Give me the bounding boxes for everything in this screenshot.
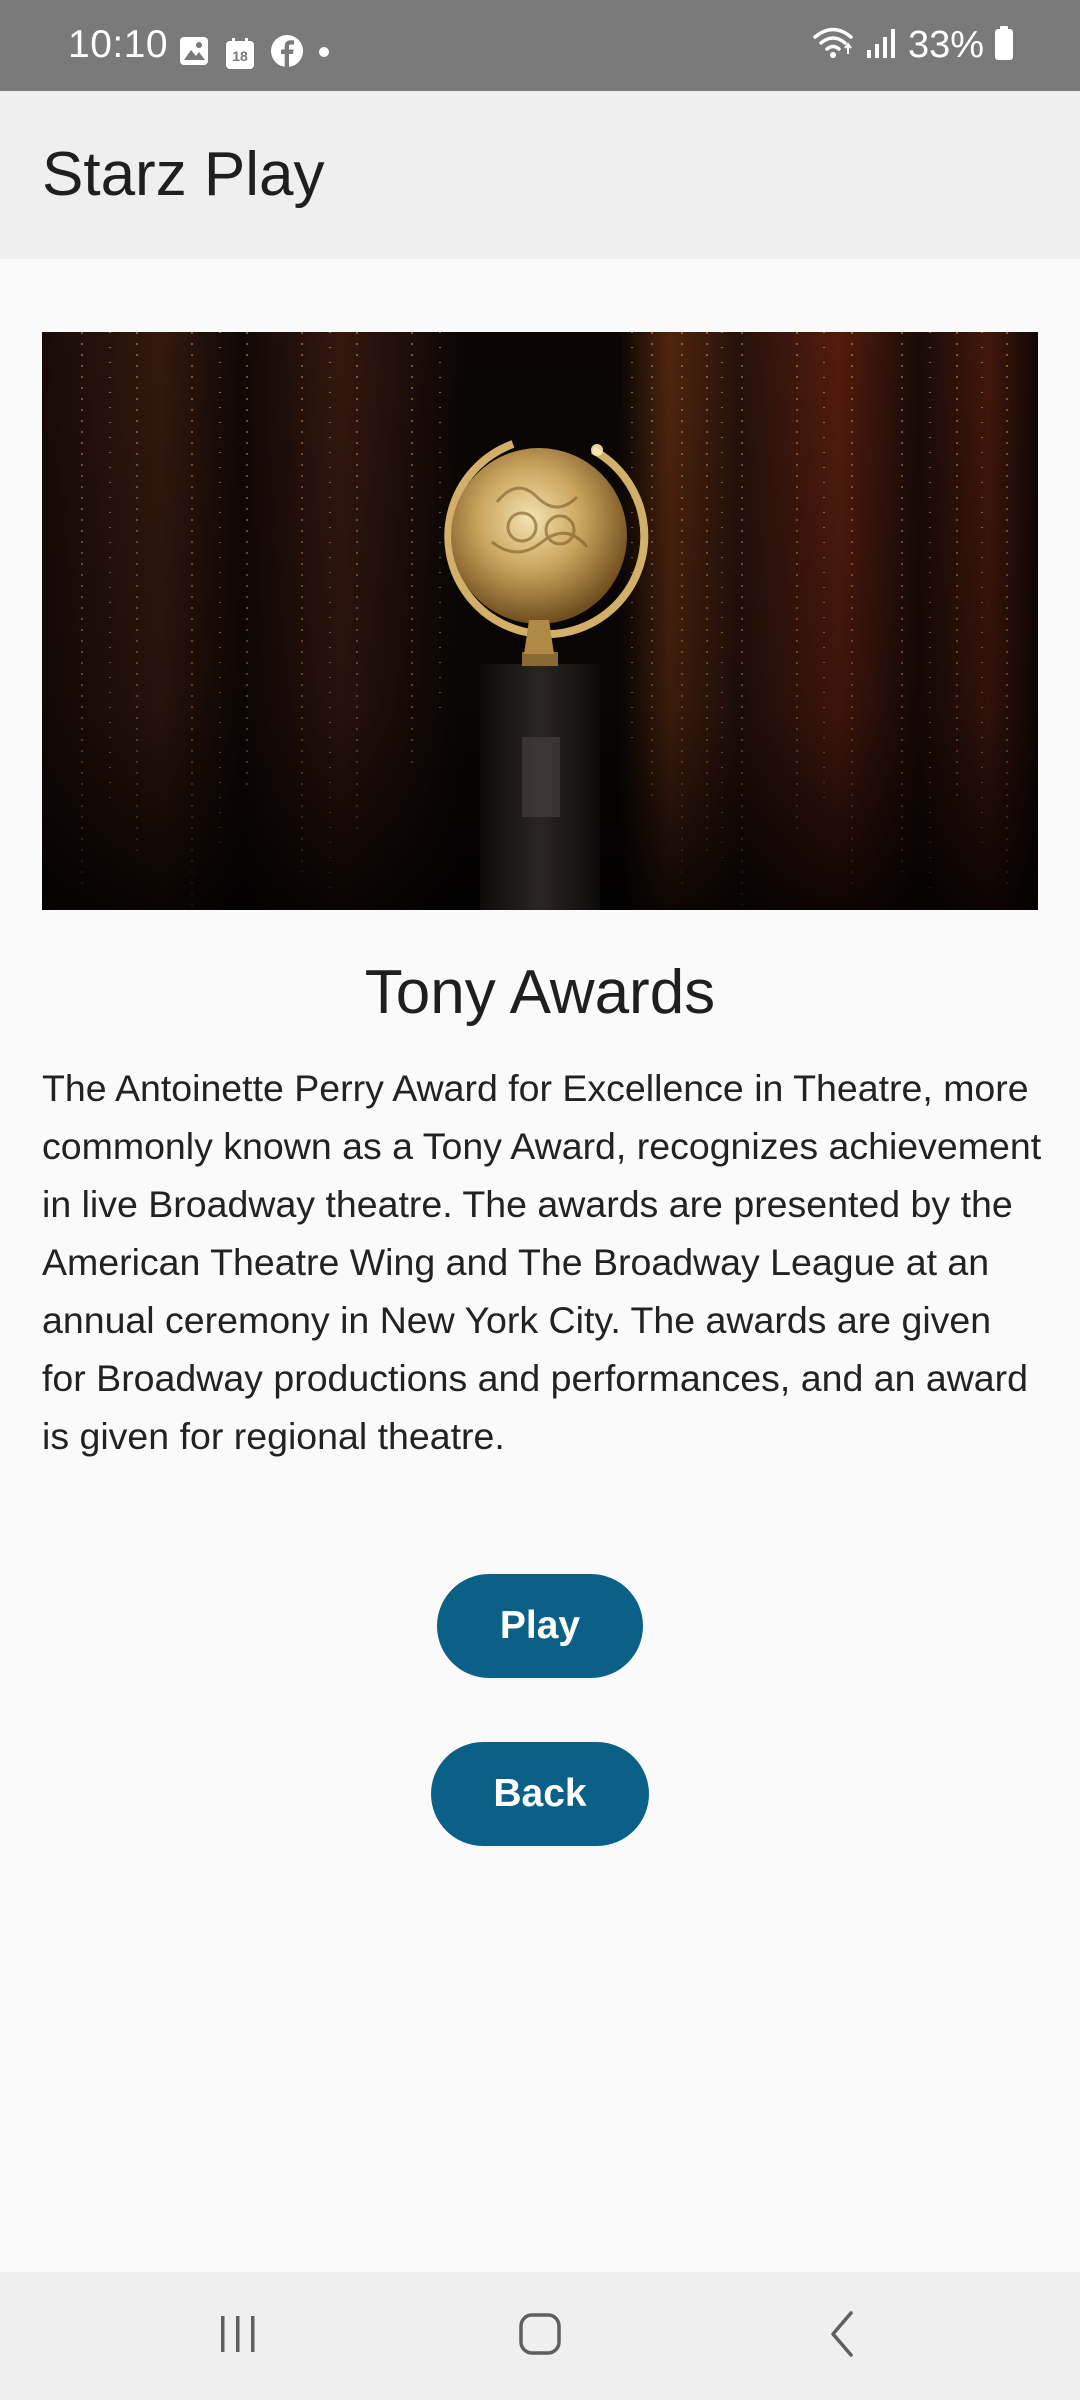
system-back-button[interactable]	[742, 2272, 942, 2400]
show-detail: Tony Awards The Antoinette Perry Award f…	[0, 259, 1080, 2272]
notification-icons: 18	[178, 34, 330, 73]
signal-icon	[864, 26, 898, 65]
play-button[interactable]: Play	[437, 1574, 643, 1678]
tony-award-trophy-image	[42, 332, 1038, 910]
recents-icon	[216, 2314, 260, 2359]
app-bar: Starz Play	[0, 91, 1080, 259]
home-icon	[518, 2312, 562, 2361]
calendar-icon: 18	[224, 37, 256, 71]
recents-button[interactable]	[138, 2272, 338, 2400]
battery-percent: 33%	[907, 24, 984, 66]
show-title: Tony Awards	[364, 958, 716, 1027]
wifi-icon	[812, 26, 854, 65]
battery-icon	[994, 25, 1014, 66]
back-button[interactable]: Back	[431, 1742, 649, 1846]
calendar-day: 18	[232, 47, 248, 64]
home-button[interactable]	[440, 2272, 640, 2400]
dot-icon	[318, 45, 330, 63]
facebook-icon	[270, 34, 304, 73]
show-description: The Antoinette Perry Award for Excellenc…	[42, 1067, 1042, 1457]
gallery-icon	[178, 35, 210, 72]
status-right: 33%	[812, 22, 1014, 68]
status-time: 10:10	[68, 23, 169, 66]
navigation-bar	[0, 2272, 1080, 2400]
app-title: Starz Play	[42, 140, 325, 209]
back-icon	[827, 2310, 857, 2363]
status-bar: 10:10 18 33%	[0, 0, 1080, 91]
